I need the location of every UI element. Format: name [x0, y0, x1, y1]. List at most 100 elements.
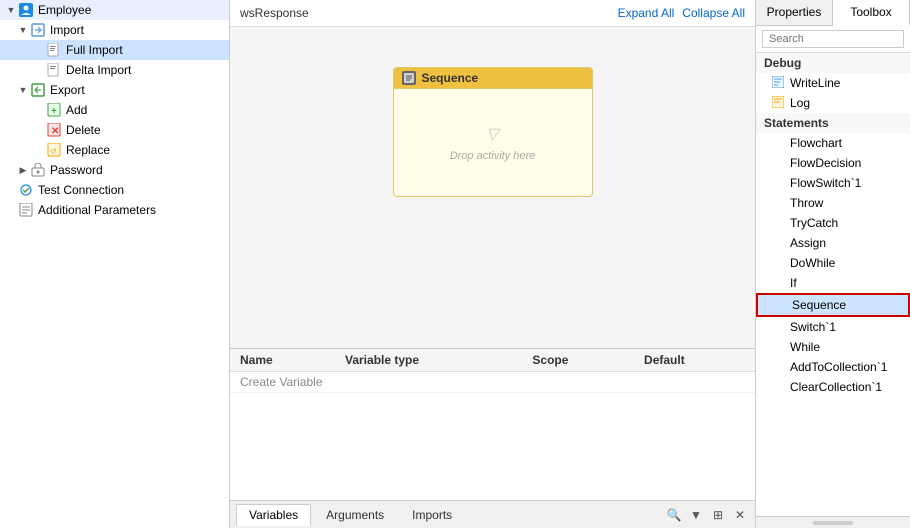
flowdecision-icon: [772, 156, 786, 170]
toolbox-item-flowdecision[interactable]: FlowDecision: [756, 153, 910, 173]
right-panel: Properties Toolbox Debug WriteLine Log S…: [755, 0, 910, 528]
sidebar-label-full-import: Full Import: [66, 43, 123, 57]
collapse-all-button[interactable]: Collapse All: [682, 6, 745, 20]
import-toggle[interactable]: ▼: [16, 23, 30, 37]
delete-icon: ✕: [46, 122, 62, 138]
toolbox-item-throw[interactable]: Throw: [756, 193, 910, 213]
tab-variables[interactable]: Variables: [236, 504, 311, 526]
flowswitch-icon: [772, 176, 786, 190]
bottom-panel: Name Variable type Scope Default Create …: [230, 348, 755, 528]
toolbox-label-clearcollection: ClearCollection`1: [790, 380, 882, 394]
canvas[interactable]: Sequence ▽ Drop activity here: [230, 27, 755, 348]
variable-table: Name Variable type Scope Default Create …: [230, 349, 755, 500]
employee-toggle[interactable]: ▼: [4, 3, 18, 17]
test-connection-icon: [18, 182, 34, 198]
sidebar-item-password[interactable]: ▶ Password: [0, 160, 229, 180]
sidebar: ▼ Employee ▼ Import Full Import Delta Im…: [0, 0, 230, 528]
expand-tab-icon[interactable]: ⊞: [709, 506, 727, 524]
toolbox-item-addtocollection[interactable]: AddToCollection`1: [756, 357, 910, 377]
canvas-title: wsResponse: [240, 6, 309, 20]
tab-toolbox[interactable]: Toolbox: [833, 0, 910, 26]
employee-icon: [18, 2, 34, 18]
sidebar-item-export[interactable]: ▼ Export: [0, 80, 229, 100]
sidebar-item-import[interactable]: ▼ Import: [0, 20, 229, 40]
toolbox-item-dowhile[interactable]: DoWhile: [756, 253, 910, 273]
sidebar-item-test-connection[interactable]: Test Connection: [0, 180, 229, 200]
sidebar-item-replace[interactable]: ↺ Replace: [0, 140, 229, 160]
password-icon: [30, 162, 46, 178]
sidebar-item-additional-parameters[interactable]: Additional Parameters: [0, 200, 229, 220]
create-variable-label[interactable]: Create Variable: [230, 372, 755, 393]
sequence-box: Sequence ▽ Drop activity here: [393, 67, 593, 197]
trycatch-icon: [772, 216, 786, 230]
right-panel-tabs: Properties Toolbox: [756, 0, 910, 26]
drop-arrow-icon: ▽: [486, 124, 498, 144]
assign-icon: [772, 236, 786, 250]
toolbox-item-if[interactable]: If: [756, 273, 910, 293]
col-scope: Scope: [522, 349, 634, 372]
toolbox-item-assign[interactable]: Assign: [756, 233, 910, 253]
toolbox-item-flowswitch[interactable]: FlowSwitch`1: [756, 173, 910, 193]
toolbox-label-switch: Switch`1: [790, 320, 836, 334]
sidebar-item-delta-import[interactable]: Delta Import: [0, 60, 229, 80]
search-input[interactable]: [762, 30, 904, 48]
export-icon: [30, 82, 46, 98]
sequence-body[interactable]: ▽ Drop activity here: [394, 89, 592, 196]
col-name: Name: [230, 349, 335, 372]
sidebar-item-add[interactable]: + Add: [0, 100, 229, 120]
sequence-header: Sequence: [394, 68, 592, 89]
toolbox-label-trycatch: TryCatch: [790, 216, 838, 230]
sidebar-item-full-import[interactable]: Full Import: [0, 40, 229, 60]
tab-imports[interactable]: Imports: [399, 504, 465, 526]
close-tab-icon[interactable]: ✕: [731, 506, 749, 524]
sequence-header-icon: [402, 71, 416, 85]
full-import-toggle: [32, 43, 46, 57]
sidebar-label-add: Add: [66, 103, 87, 117]
full-import-icon: [46, 42, 62, 58]
toolbox-label-assign: Assign: [790, 236, 826, 250]
toolbox-label-while: While: [790, 340, 820, 354]
addtocollection-icon: [772, 360, 786, 374]
toolbox-label-throw: Throw: [790, 196, 823, 210]
switch-icon: [772, 320, 786, 334]
toolbox-item-writeline[interactable]: WriteLine: [756, 73, 910, 93]
toolbox-item-while[interactable]: While: [756, 337, 910, 357]
sidebar-item-delete[interactable]: ✕ Delete: [0, 120, 229, 140]
right-panel-scrollbar[interactable]: [756, 516, 910, 528]
down-tab-icon[interactable]: ▼: [687, 506, 705, 524]
category-statements: Statements: [756, 113, 910, 133]
add-icon: +: [46, 102, 62, 118]
tab-properties[interactable]: Properties: [756, 0, 833, 25]
export-toggle[interactable]: ▼: [16, 83, 30, 97]
sidebar-label-password: Password: [50, 163, 103, 177]
toolbox-item-switch[interactable]: Switch`1: [756, 317, 910, 337]
additional-parameters-icon: [18, 202, 34, 218]
toolbox-label-sequence: Sequence: [792, 298, 846, 312]
toolbox-item-log[interactable]: Log: [756, 93, 910, 113]
create-variable-row[interactable]: Create Variable: [230, 372, 755, 393]
sidebar-label-replace: Replace: [66, 143, 110, 157]
sidebar-label-additional-parameters: Additional Parameters: [38, 203, 156, 217]
sidebar-label-delta-import: Delta Import: [66, 63, 131, 77]
drop-hint: Drop activity here: [450, 150, 536, 162]
canvas-actions: Expand All Collapse All: [618, 6, 745, 20]
toolbox-item-clearcollection[interactable]: ClearCollection`1: [756, 377, 910, 397]
toolbox-item-trycatch[interactable]: TryCatch: [756, 213, 910, 233]
toolbox-item-flowchart[interactable]: Flowchart: [756, 133, 910, 153]
sequence-title: Sequence: [422, 71, 479, 85]
replace-icon: ↺: [46, 142, 62, 158]
throw-icon: [772, 196, 786, 210]
tab-arguments[interactable]: Arguments: [313, 504, 397, 526]
svg-text:↺: ↺: [50, 147, 57, 156]
toolbox-item-sequence[interactable]: Sequence: [756, 293, 910, 317]
clearcollection-icon: [772, 380, 786, 394]
sidebar-item-employee[interactable]: ▼ Employee: [0, 0, 229, 20]
password-toggle[interactable]: ▶: [16, 163, 30, 177]
flowchart-icon: [772, 136, 786, 150]
search-tab-icon[interactable]: 🔍: [665, 506, 683, 524]
right-search: [756, 26, 910, 53]
if-icon: [772, 276, 786, 290]
sidebar-label-import: Import: [50, 23, 84, 37]
expand-all-button[interactable]: Expand All: [618, 6, 675, 20]
svg-text:+: +: [51, 106, 57, 117]
